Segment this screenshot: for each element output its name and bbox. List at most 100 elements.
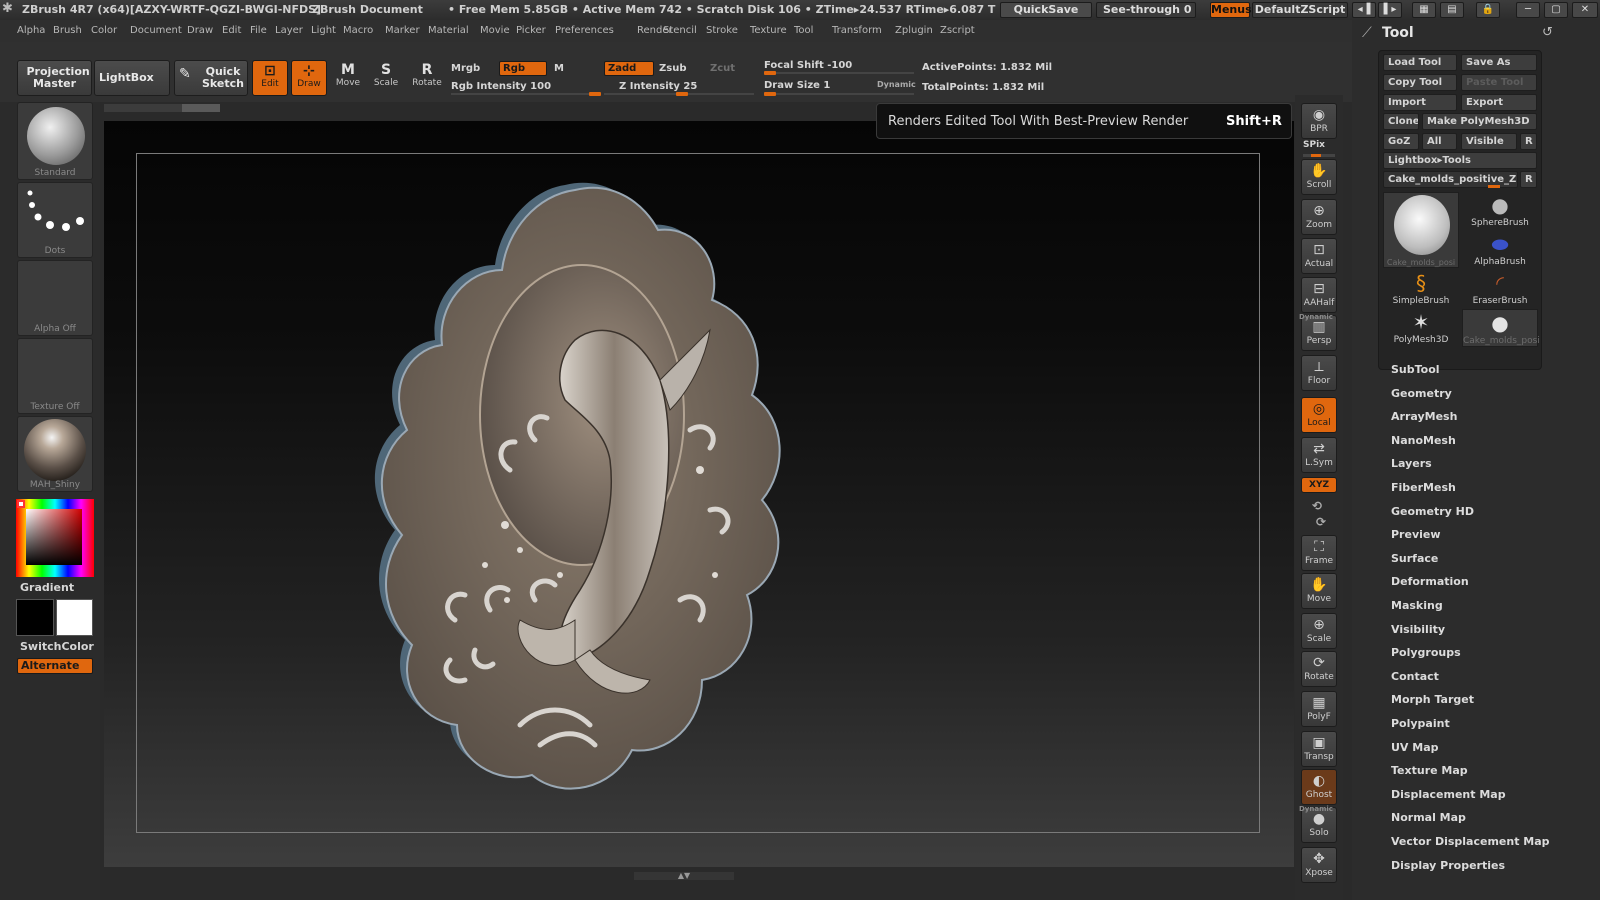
xyz-button[interactable]: ✣XYZ xyxy=(1301,477,1337,493)
menu-layer[interactable]: Layer xyxy=(275,25,303,36)
tool-section-display-properties[interactable]: Display Properties xyxy=(1391,859,1505,872)
menu-transform[interactable]: Transform xyxy=(832,25,882,36)
tool-section-masking[interactable]: Masking xyxy=(1391,599,1443,612)
menu-file[interactable]: File xyxy=(250,25,267,36)
tool-section-uv-map[interactable]: UV Map xyxy=(1391,741,1439,754)
clone-button[interactable]: Clone xyxy=(1383,113,1419,130)
secondary-color-swatch[interactable] xyxy=(56,599,93,636)
tool-section-polypaint[interactable]: Polypaint xyxy=(1391,717,1450,730)
tool-thumb-simplebrush[interactable]: § SimpleBrush xyxy=(1383,270,1459,308)
zsub-button[interactable]: Zsub xyxy=(659,63,686,74)
make-polymesh3d-button[interactable]: Make PolyMesh3D xyxy=(1422,113,1537,130)
scale-button[interactable]: ⊕ Scale xyxy=(1301,613,1337,649)
tool-section-visibility[interactable]: Visibility xyxy=(1391,623,1445,636)
floor-button[interactable]: ⟂ Floor xyxy=(1301,355,1337,391)
xpose-button[interactable]: ✥ Xpose xyxy=(1301,847,1337,883)
polyf-button[interactable]: ▦ PolyF xyxy=(1301,691,1337,727)
palette-layout-icon[interactable]: ▦ xyxy=(1412,2,1436,18)
tool-section-preview[interactable]: Preview xyxy=(1391,528,1441,541)
tool-thumb-spherebrush[interactable]: ● SphereBrush xyxy=(1462,192,1538,230)
current-tool-r-button[interactable]: R xyxy=(1520,171,1537,188)
export-button[interactable]: Export xyxy=(1461,94,1537,111)
see-through-slider[interactable]: See-through 0 xyxy=(1096,2,1196,18)
sym-rotate-icon[interactable]: ⟲ xyxy=(1312,499,1322,513)
actual-button[interactable]: ⊡ Actual xyxy=(1301,238,1337,274)
sym-rotate-alt-icon[interactable]: ⟳ xyxy=(1316,515,1326,529)
draw-size-track[interactable] xyxy=(764,92,914,96)
move-mode-button[interactable]: M Move xyxy=(330,60,366,96)
goz-all-button[interactable]: All xyxy=(1422,133,1457,150)
edit-mode-button[interactable]: ⊡ Edit xyxy=(252,60,288,96)
lightbox-button[interactable]: LightBox xyxy=(94,60,170,96)
main-color-swatch[interactable] xyxy=(16,599,54,636)
zadd-button[interactable]: Zadd xyxy=(604,61,654,76)
scroll-right-icon[interactable]: ▌▸ xyxy=(1378,2,1402,18)
focal-shift-track[interactable] xyxy=(764,71,914,75)
menu-zscript[interactable]: Zscript xyxy=(940,25,975,36)
zoom-button[interactable]: ⊕ Zoom xyxy=(1301,199,1337,235)
menu-picker[interactable]: Picker xyxy=(516,25,546,36)
draw-mode-button[interactable]: ⊹ Draw xyxy=(291,60,327,96)
menu-material[interactable]: Material xyxy=(428,25,469,36)
import-button[interactable]: Import xyxy=(1383,94,1457,111)
tool-section-subtool[interactable]: SubTool xyxy=(1391,363,1440,376)
tool-section-nanomesh[interactable]: NanoMesh xyxy=(1391,434,1456,447)
palette-pin-icon[interactable]: ⟋ xyxy=(1362,25,1372,41)
gradient-label[interactable]: Gradient xyxy=(20,581,74,594)
minimize-icon[interactable]: ─ xyxy=(1516,2,1540,18)
alpha-slot[interactable]: Alpha Off xyxy=(17,260,93,336)
lightbox-tools-button[interactable]: Lightbox▸Tools xyxy=(1383,152,1537,169)
menu-marker[interactable]: Marker xyxy=(385,25,420,36)
tool-section-fibermesh[interactable]: FiberMesh xyxy=(1391,481,1456,494)
z-intensity-slider[interactable]: Z Intensity 25 xyxy=(619,81,697,92)
menu-stencil[interactable]: Stencil xyxy=(663,25,697,36)
menu-macro[interactable]: Macro xyxy=(343,25,373,36)
stroke-slot[interactable]: Dots xyxy=(17,182,93,258)
menu-color[interactable]: Color xyxy=(91,25,117,36)
switchcolor-button[interactable]: SwitchColor xyxy=(20,640,94,653)
goz-button[interactable]: GoZ xyxy=(1383,133,1419,150)
menu-light[interactable]: Light xyxy=(311,25,336,36)
dynamic-toggle[interactable]: Dynamic xyxy=(877,80,916,89)
menu-preferences[interactable]: Preferences xyxy=(555,25,614,36)
bottom-tray-toggle-icon[interactable]: ▲▼ xyxy=(634,872,734,880)
alternate-button[interactable]: Alternate xyxy=(17,658,93,674)
current-tool-slider-handle[interactable] xyxy=(1488,185,1500,188)
tool-section-morph-target[interactable]: Morph Target xyxy=(1391,693,1474,706)
scroll-button[interactable]: ✋ Scroll xyxy=(1301,159,1337,195)
menu-document[interactable]: Document xyxy=(130,25,182,36)
rgb-intensity-slider[interactable]: Rgb Intensity 100 xyxy=(451,81,551,92)
frame-button[interactable]: ⛶ Frame xyxy=(1301,535,1337,571)
quicksave-button[interactable]: QuickSave xyxy=(1000,2,1092,18)
local-button[interactable]: ◎ Local xyxy=(1301,397,1337,433)
tool-section-polygroups[interactable]: Polygroups xyxy=(1391,646,1461,659)
lock-icon[interactable]: 🔒 xyxy=(1476,2,1500,18)
tool-section-vector-displacement-map[interactable]: Vector Displacement Map xyxy=(1391,835,1550,848)
doc-scroll-bar[interactable] xyxy=(104,104,220,112)
menu-texture[interactable]: Texture xyxy=(750,25,787,36)
color-picker[interactable] xyxy=(16,499,94,577)
tool-section-contact[interactable]: Contact xyxy=(1391,670,1439,683)
texture-slot[interactable]: Texture Off xyxy=(17,338,93,414)
menu-draw[interactable]: Draw xyxy=(187,25,213,36)
transp-button[interactable]: ▣ Transp xyxy=(1301,731,1337,767)
paste-tool-button[interactable]: Paste Tool xyxy=(1461,74,1537,91)
menu-alpha[interactable]: Alpha xyxy=(17,25,45,36)
aahalf-button[interactable]: ⊟ AAHalf xyxy=(1301,277,1337,313)
tool-section-arraymesh[interactable]: ArrayMesh xyxy=(1391,410,1457,423)
menus-button[interactable]: Menus xyxy=(1210,2,1252,18)
z-intensity-track[interactable] xyxy=(604,92,754,96)
scroll-left-icon[interactable]: ◂▐ xyxy=(1352,2,1376,18)
tool-section-deformation[interactable]: Deformation xyxy=(1391,575,1469,588)
tool-section-texture-map[interactable]: Texture Map xyxy=(1391,764,1468,777)
brush-slot[interactable]: Standard xyxy=(17,102,93,180)
rgb-button[interactable]: Rgb xyxy=(499,61,547,76)
color-field[interactable] xyxy=(26,509,82,565)
tool-section-layers[interactable]: Layers xyxy=(1391,457,1432,470)
tool-section-surface[interactable]: Surface xyxy=(1391,552,1438,565)
copy-tool-button[interactable]: Copy Tool xyxy=(1383,74,1457,91)
focal-shift-slider[interactable]: Focal Shift -100 xyxy=(764,60,852,71)
projection-master-button[interactable]: Projection Master xyxy=(17,60,92,96)
material-slot[interactable]: MAH_Shiny xyxy=(17,416,93,492)
default-zscript-button[interactable]: DefaultZScript xyxy=(1252,2,1348,18)
